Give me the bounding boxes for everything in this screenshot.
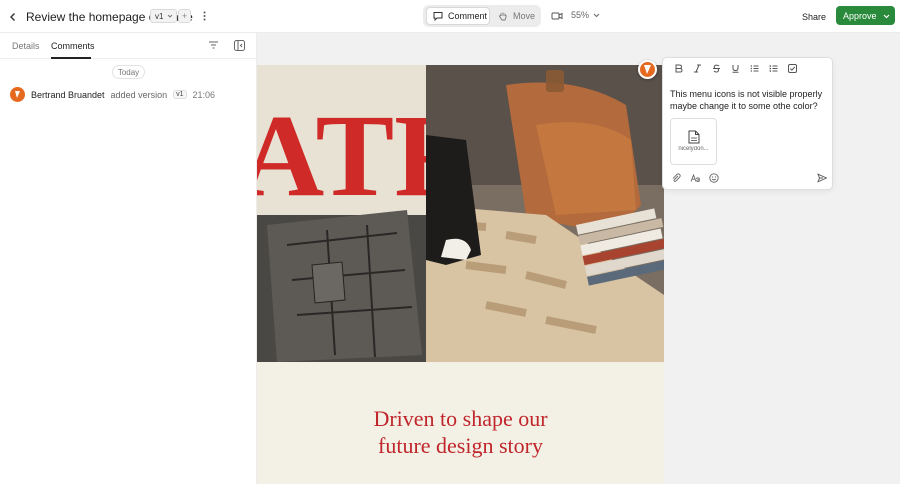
checklist-icon[interactable] [788, 64, 797, 73]
bullet-list-icon[interactable] [769, 64, 778, 73]
headline-line-1: Driven to shape our [373, 406, 548, 431]
avatar [10, 87, 25, 102]
strikethrough-icon[interactable] [712, 64, 721, 73]
hero-image-left: ATRE [257, 65, 426, 362]
paperclip-icon[interactable] [671, 173, 681, 183]
approve-button[interactable]: Approve [836, 6, 895, 25]
move-mode-label: Move [513, 11, 536, 21]
italic-icon[interactable] [693, 64, 702, 73]
brand-logo-icon [644, 65, 651, 74]
comment-mode-label: Comment [448, 11, 488, 21]
ordered-list-icon[interactable] [750, 64, 759, 73]
version-label: v1 [155, 11, 164, 21]
more-options-icon[interactable] [198, 9, 210, 23]
activity-action: added version [110, 89, 168, 100]
active-tab-indicator [51, 57, 91, 59]
headline-line-2: future design story [378, 433, 543, 458]
zoom-level: 55% [571, 10, 590, 20]
text-format-icon[interactable] [690, 173, 700, 183]
approve-label: Approve [843, 10, 877, 21]
video-icon[interactable] [551, 10, 563, 22]
activity-item: Bertrand Bruandet added version v1 21:06 [10, 87, 215, 102]
collapse-panel-icon[interactable] [234, 40, 245, 51]
comment-icon [433, 12, 443, 21]
activity-time: 21:06 [192, 89, 216, 100]
date-separator: Today [112, 65, 145, 79]
activity-version-badge: v1 [173, 90, 187, 99]
chevron-down-icon [593, 13, 600, 18]
add-version-button[interactable]: + [178, 9, 191, 23]
attachment-card[interactable] [670, 118, 717, 165]
version-selector[interactable]: v1 [150, 9, 177, 23]
brand-logo-icon [15, 91, 20, 98]
underline-icon[interactable] [731, 64, 740, 73]
page-headline: Driven to shape our future design story [257, 405, 664, 459]
comment-pin[interactable] [638, 60, 657, 79]
chevron-down-icon [168, 14, 173, 18]
hand-icon [499, 12, 507, 21]
move-mode-button[interactable]: Move [494, 7, 538, 25]
photo-text: ATRE [257, 90, 426, 221]
comment-text[interactable]: This menu icons is not visible properly … [670, 88, 826, 112]
tab-comments[interactable]: Comments [51, 41, 95, 51]
share-button[interactable]: Share [797, 8, 831, 25]
comment-mode-button[interactable]: Comment [426, 7, 490, 25]
zoom-selector[interactable]: 55% [571, 10, 600, 20]
hero-image-right [426, 65, 664, 362]
chevron-down-icon [883, 14, 889, 18]
filter-icon[interactable] [208, 40, 219, 50]
tab-details[interactable]: Details [12, 41, 40, 51]
back-arrow-icon[interactable] [4, 8, 22, 26]
activity-user: Bertrand Bruandet [31, 89, 105, 100]
bold-icon[interactable] [674, 64, 683, 73]
attachment-name: nicelydon... [678, 146, 709, 152]
send-icon[interactable] [817, 173, 827, 183]
emoji-icon[interactable] [709, 173, 719, 183]
file-icon [688, 130, 700, 144]
